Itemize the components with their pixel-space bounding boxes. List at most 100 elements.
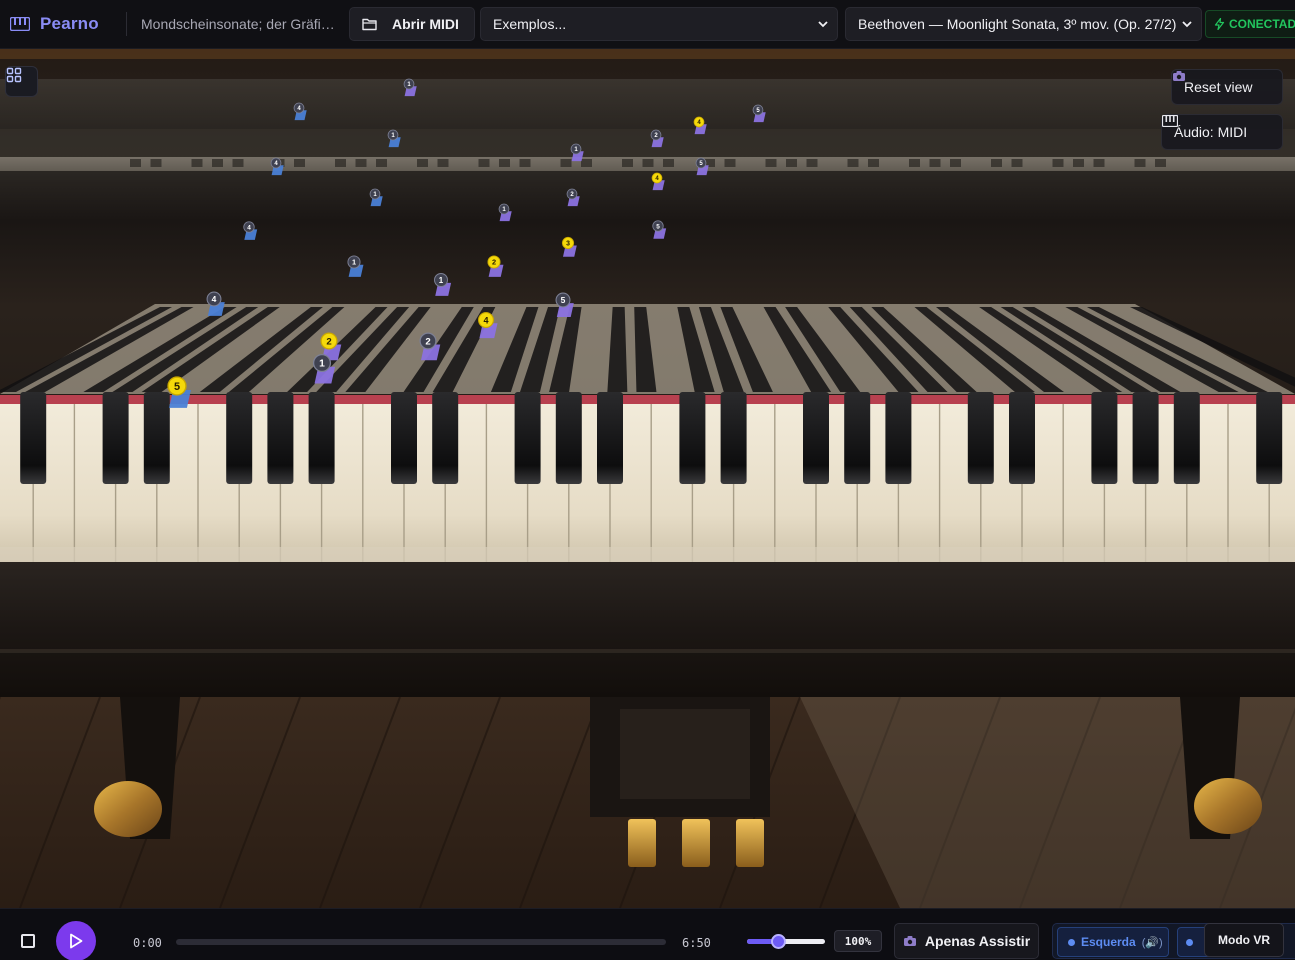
pedal-right <box>736 819 764 867</box>
far-black-key <box>950 159 961 167</box>
piece-select[interactable]: Beethoven — Moonlight Sonata, 3º mov. (O… <box>845 7 1202 41</box>
piano-scene-viewport[interactable]: 54444211112142153215425415 Reset view Áu… <box>0 49 1295 908</box>
brand: Pearno <box>0 0 122 48</box>
plug-icon <box>1214 18 1225 30</box>
front-black-key <box>555 392 582 484</box>
front-black-key <box>597 392 623 484</box>
open-midi-button[interactable]: Abrir MIDI <box>349 7 475 41</box>
far-black-key <box>1073 159 1084 167</box>
play-button[interactable] <box>56 921 96 960</box>
finger-number: 2 <box>326 337 331 348</box>
far-black-key <box>335 159 346 167</box>
far-black-key <box>232 159 244 167</box>
front-black-key <box>1091 392 1118 484</box>
front-black-key <box>226 392 253 484</box>
far-black-key <box>991 159 1002 167</box>
popcorn-icon <box>903 936 916 946</box>
grid-icon <box>6 67 22 83</box>
far-black-key <box>150 159 162 167</box>
front-black-key <box>308 392 335 484</box>
examples-select[interactable]: Exemplos... <box>480 7 838 41</box>
left-hand-toggle[interactable]: Esquerda (🔊) <box>1057 927 1169 957</box>
music-rack <box>0 79 1295 129</box>
total-time: 6:50 <box>682 936 711 950</box>
far-black-key <box>909 159 920 167</box>
far-black-key <box>294 159 305 167</box>
piano-icon <box>1162 115 1178 127</box>
front-black-key <box>1256 392 1283 484</box>
front-black-key <box>803 392 829 484</box>
layout-grid-button[interactable] <box>5 66 38 97</box>
front-black-key <box>885 392 912 484</box>
far-black-key <box>724 159 736 167</box>
finger-number: 2 <box>425 337 430 348</box>
front-black-key <box>514 392 541 484</box>
reset-view-button[interactable]: Reset view <box>1171 69 1283 105</box>
front-black-key <box>967 392 994 484</box>
pedal-middle <box>682 819 710 867</box>
far-black-key <box>642 159 654 167</box>
far-black-key <box>929 159 941 167</box>
finger-number: 1 <box>352 258 356 267</box>
vr-mode-label: Modo VR <box>1218 933 1270 947</box>
connection-status-badge: CONECTADO <box>1205 10 1295 38</box>
far-black-key <box>560 159 572 167</box>
top-light-strip <box>0 49 1295 59</box>
finger-number: 4 <box>212 294 217 304</box>
finger-number: 1 <box>319 359 325 370</box>
finger-number: 1 <box>439 276 444 285</box>
far-black-key <box>765 159 777 167</box>
audio-source-button[interactable]: Áudio: MIDI <box>1161 114 1283 150</box>
right-hand-dot <box>1186 938 1193 946</box>
loaded-file-name: Mondscheinsonate; der Gräfin ... <box>141 16 341 32</box>
speed-slider-thumb[interactable] <box>771 934 787 949</box>
reset-view-label: Reset view <box>1184 79 1253 95</box>
rack-ledge <box>0 129 1295 157</box>
front-black-key <box>432 392 459 484</box>
finger-number: 5 <box>174 381 180 393</box>
piano-case <box>0 562 1295 697</box>
far-black-key <box>519 159 531 167</box>
camera-icon <box>1173 71 1185 81</box>
left-caster <box>94 781 162 837</box>
far-black-key <box>786 159 797 167</box>
header-divider <box>126 12 127 36</box>
far-black-key <box>130 159 141 167</box>
front-black-key <box>1132 392 1159 484</box>
front-black-key <box>20 392 47 484</box>
far-black-key <box>1011 159 1023 167</box>
pedal-left <box>628 819 656 867</box>
examples-select-value: Exemplos... <box>493 16 567 32</box>
chevron-down-icon <box>1182 21 1192 28</box>
front-black-key <box>143 392 170 484</box>
front-black-key <box>720 392 747 484</box>
finger-number: 2 <box>492 258 496 267</box>
connection-status-text: CONECTADO <box>1229 17 1295 31</box>
brand-name: Pearno <box>40 14 99 33</box>
pedal-box <box>620 709 750 799</box>
current-time: 0:00 <box>133 936 162 950</box>
far-black-key <box>1093 159 1105 167</box>
finger-number: 4 <box>483 315 488 325</box>
watch-only-label: Apenas Assistir <box>924 933 1031 949</box>
far-black-key <box>1134 159 1146 167</box>
far-black-key <box>1052 159 1064 167</box>
left-hand-dot <box>1068 938 1075 946</box>
case-edge <box>0 649 1295 653</box>
far-black-key <box>437 159 449 167</box>
left-hand-audio-indicator: (🔊) <box>1141 936 1163 949</box>
open-midi-label: Abrir MIDI <box>392 16 459 32</box>
audio-source-label: Áudio: MIDI <box>1174 124 1248 140</box>
piano-3d-scene: 54444211112142153215425415 <box>0 49 1295 908</box>
far-black-key <box>581 159 592 167</box>
progress-bar[interactable] <box>176 939 666 945</box>
far-black-key <box>806 159 818 167</box>
piece-select-value: Beethoven — Moonlight Sonata, 3º mov. (O… <box>858 16 1177 32</box>
vr-mode-button[interactable]: Modo VR <box>1204 923 1284 957</box>
stop-button[interactable] <box>21 934 35 948</box>
top-bar: Pearno Mondscheinsonate; der Gräfin ... … <box>0 0 1295 49</box>
watch-only-button[interactable]: Apenas Assistir <box>894 923 1039 959</box>
front-black-key <box>1009 392 1035 484</box>
speed-slider[interactable] <box>747 934 825 949</box>
far-black-key <box>499 159 510 167</box>
